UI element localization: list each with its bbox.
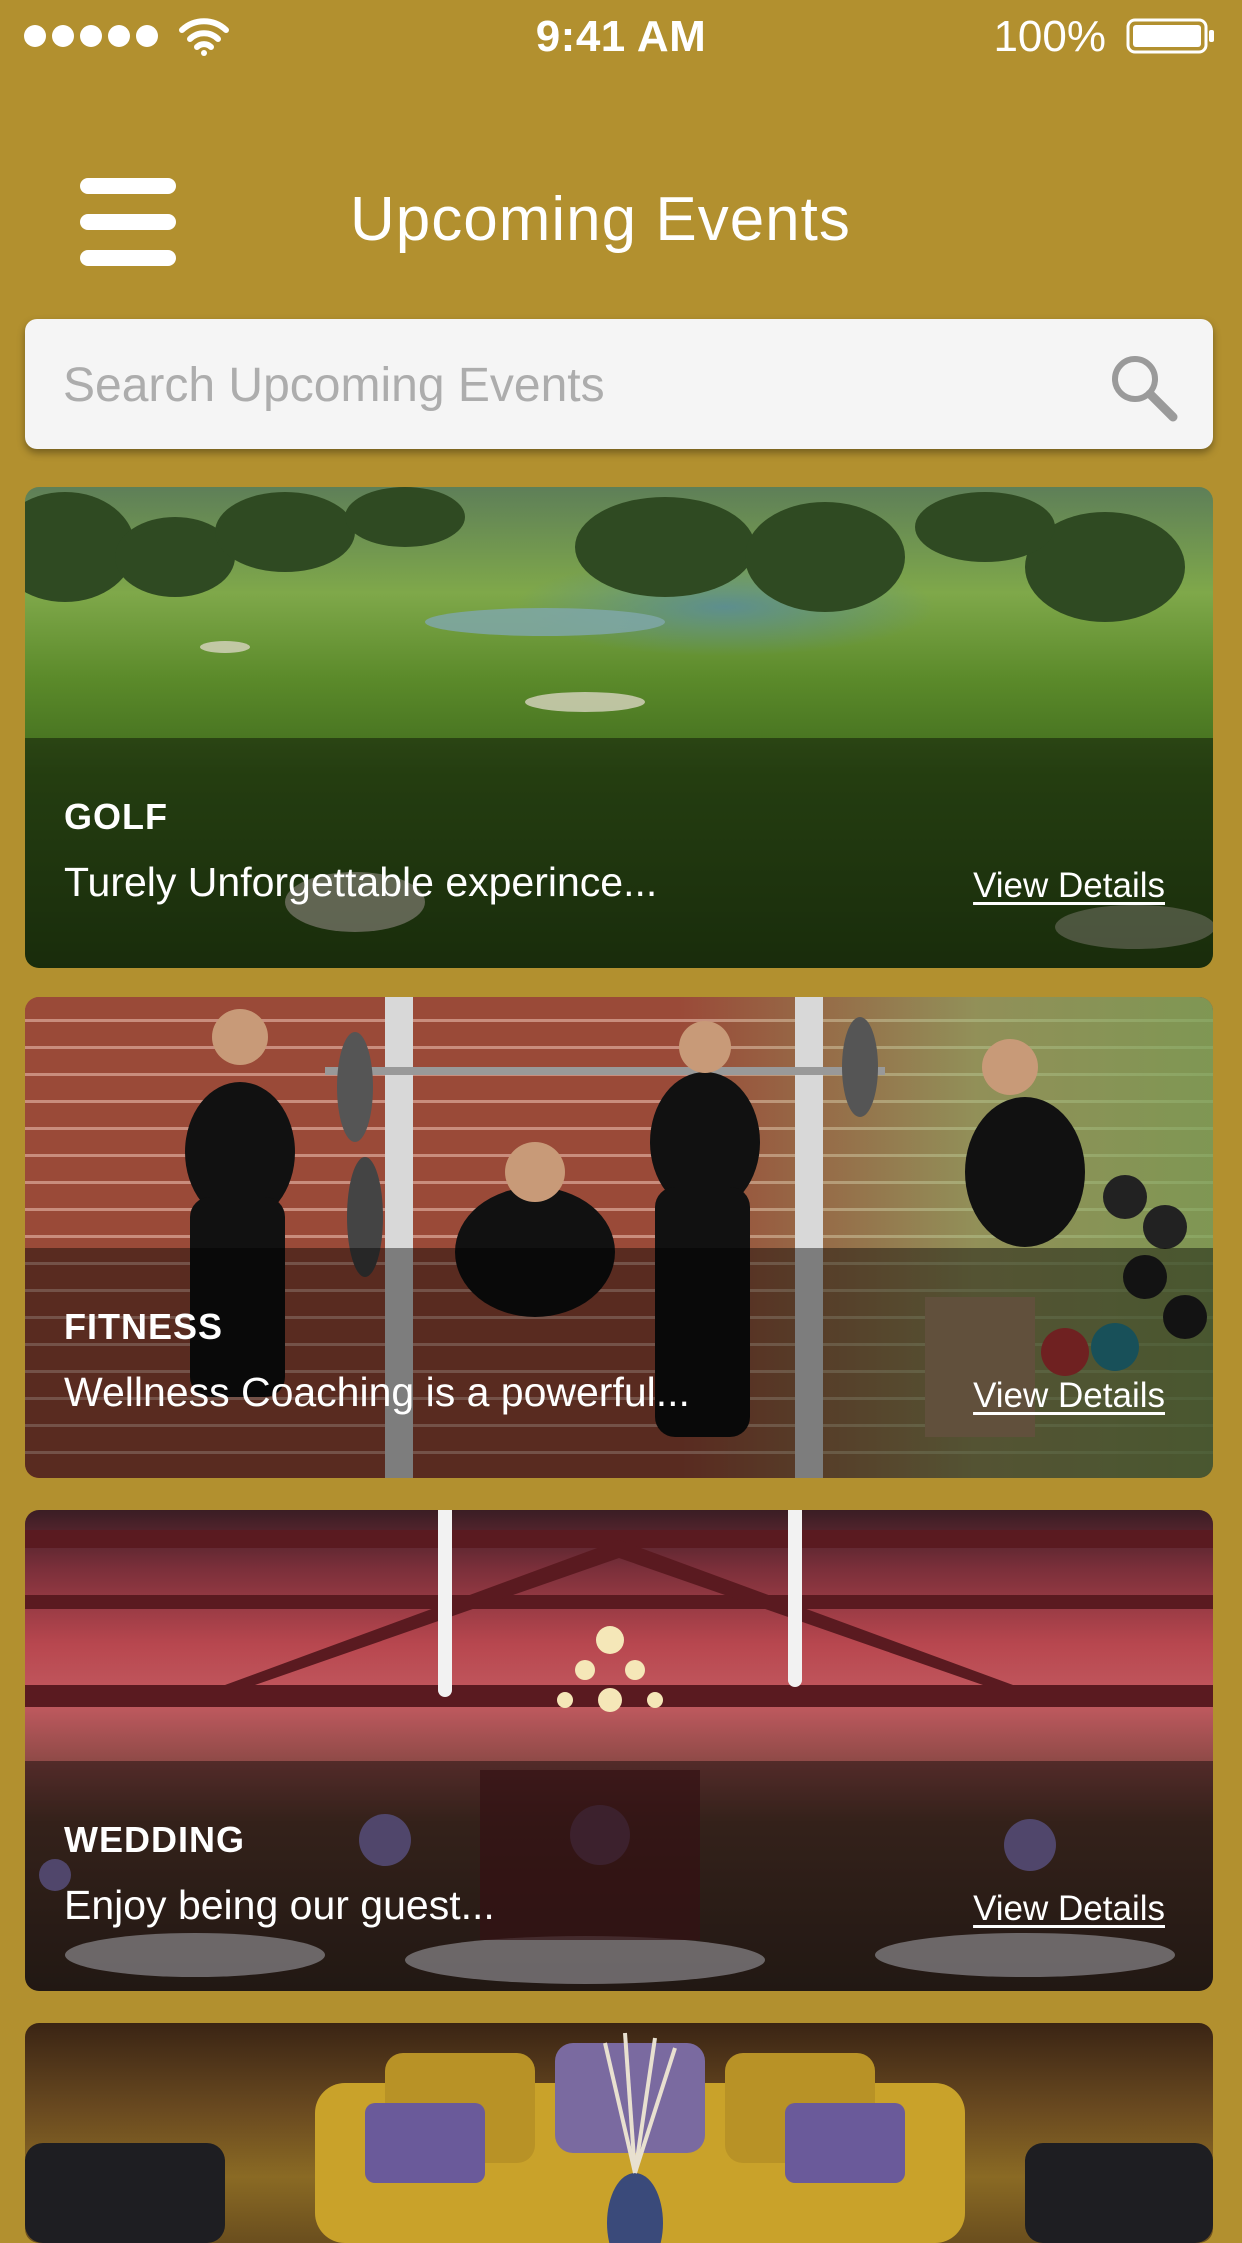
page-title: Upcoming Events bbox=[350, 185, 851, 254]
battery-percentage: 100% bbox=[993, 12, 1106, 61]
event-description: Enjoy being our guest... bbox=[64, 1882, 495, 1928]
app-header: Upcoming Events bbox=[0, 140, 1242, 300]
search-bar bbox=[25, 319, 1213, 451]
event-card-golf[interactable]: GOLF Turely Unforgettable experince... V… bbox=[25, 487, 1213, 968]
event-description: Turely Unforgettable experince... bbox=[64, 859, 658, 905]
hamburger-menu-icon[interactable] bbox=[80, 178, 176, 266]
view-details-link[interactable]: View Details bbox=[973, 1376, 1165, 1416]
status-bar: 9:41 AM 100% bbox=[0, 0, 1242, 72]
event-category: FITNESS bbox=[64, 1306, 224, 1347]
event-card-wedding[interactable]: WEDDING Enjoy being our guest... View De… bbox=[25, 1510, 1213, 1991]
view-details-link[interactable]: View Details bbox=[973, 1889, 1165, 1929]
view-details-link[interactable]: View Details bbox=[973, 866, 1165, 906]
search-input[interactable] bbox=[61, 319, 1065, 451]
card-overlay bbox=[25, 738, 1213, 968]
event-card-lounge[interactable] bbox=[25, 2023, 1213, 2243]
event-category: GOLF bbox=[64, 796, 168, 837]
event-card-fitness[interactable]: FITNESS Wellness Coaching is a powerful.… bbox=[25, 997, 1213, 1478]
event-category: WEDDING bbox=[64, 1819, 245, 1860]
card-overlay bbox=[25, 1248, 1213, 1478]
lounge-image bbox=[25, 2023, 1213, 2243]
card-overlay bbox=[25, 1761, 1213, 1991]
battery-icon bbox=[1126, 18, 1214, 54]
event-description: Wellness Coaching is a powerful... bbox=[64, 1369, 690, 1415]
search-icon[interactable] bbox=[1107, 351, 1179, 423]
